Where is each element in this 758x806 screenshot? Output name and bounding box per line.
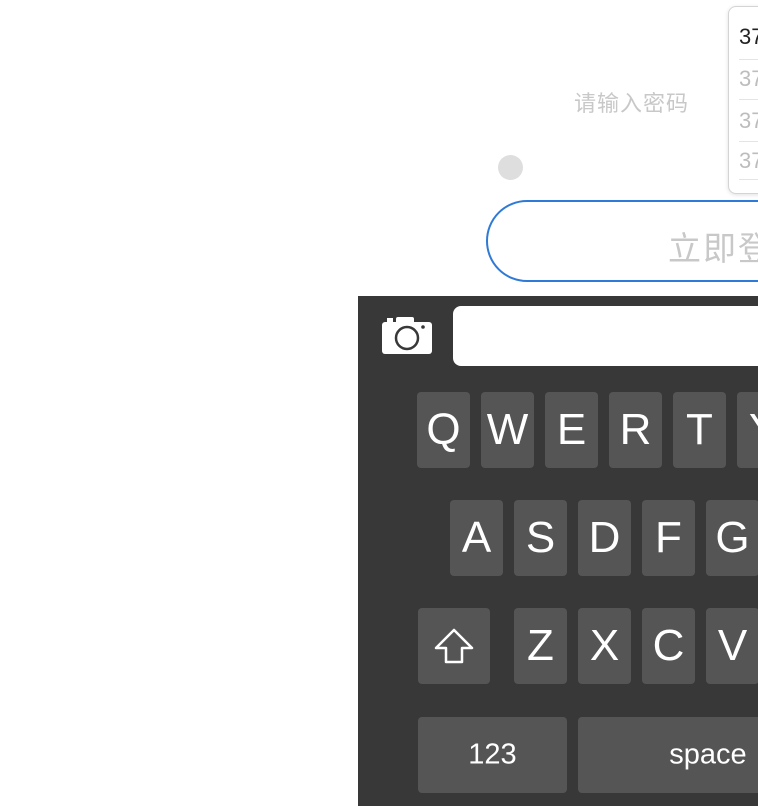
divider xyxy=(739,99,758,100)
key-g[interactable]: G xyxy=(706,500,758,576)
key-w[interactable]: W xyxy=(481,392,534,468)
suggestion-item[interactable]: 37 xyxy=(739,17,758,57)
divider xyxy=(739,179,758,180)
onscreen-keyboard: Q W E R T Y A S D F G Z X C V 123 space xyxy=(358,296,758,806)
login-button-label: 立即登 xyxy=(668,230,758,267)
numbers-key[interactable]: 123 xyxy=(418,717,567,793)
key-v[interactable]: V xyxy=(706,608,758,684)
suggestion-item[interactable]: 37 xyxy=(739,59,758,99)
remember-radio[interactable] xyxy=(498,155,523,180)
key-e[interactable]: E xyxy=(545,392,598,468)
password-input[interactable]: 请输入密码 xyxy=(574,86,689,118)
suggestion-item[interactable]: 37 xyxy=(739,101,758,141)
key-c[interactable]: C xyxy=(642,608,695,684)
key-s[interactable]: S xyxy=(514,500,567,576)
shift-key[interactable] xyxy=(418,608,490,684)
account-suggestion-dropdown: 37 37 37 37 xyxy=(728,6,758,194)
key-t[interactable]: T xyxy=(673,392,726,468)
login-button[interactable]: 立即登 xyxy=(486,200,758,282)
key-a[interactable]: A xyxy=(450,500,503,576)
camera-icon[interactable] xyxy=(382,316,432,356)
suggestion-item[interactable]: 37 xyxy=(739,141,758,181)
keyboard-text-field[interactable] xyxy=(453,306,758,366)
key-r[interactable]: R xyxy=(609,392,662,468)
key-q[interactable]: Q xyxy=(417,392,470,468)
key-x[interactable]: X xyxy=(578,608,631,684)
key-y[interactable]: Y xyxy=(737,392,758,468)
key-f[interactable]: F xyxy=(642,500,695,576)
key-z[interactable]: Z xyxy=(514,608,567,684)
key-d[interactable]: D xyxy=(578,500,631,576)
login-screen: 请输入密码 立即登 37 37 37 37 Q W E xyxy=(0,0,758,806)
shift-arrow-icon xyxy=(434,628,474,664)
space-key[interactable]: space xyxy=(578,717,758,793)
